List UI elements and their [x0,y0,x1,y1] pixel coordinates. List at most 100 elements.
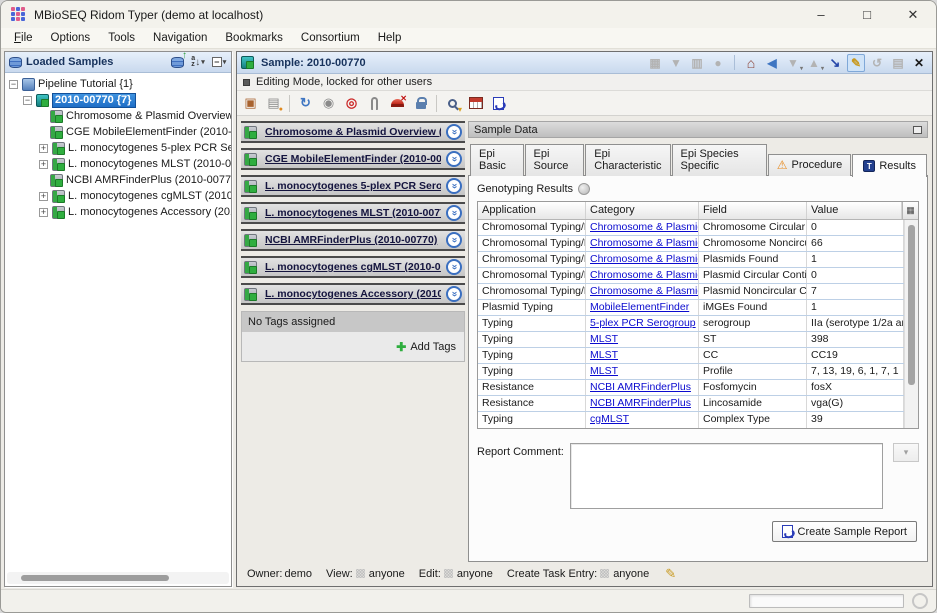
analysis-button[interactable]: Chromosome & Plasmid Overview (2...» [241,121,465,143]
tree-node-analysis[interactable]: +L. monocytogenes MLST (2010-00770) [9,156,231,172]
expand-toggle-icon[interactable]: + [39,192,48,201]
expand-chevron-icon[interactable]: » [446,286,462,302]
tab-epi-basic[interactable]: Epi Basic [470,144,524,176]
tree-node-analysis[interactable]: CGE MobileElementFinder (2010-00770) [9,124,231,140]
analysis-button[interactable]: NCBI AMRFinderPlus (2010-00770)» [241,229,465,251]
tree-node-pipeline-tutorial[interactable]: −Pipeline Tutorial {1} [9,76,231,92]
sort-samples-icon[interactable]: az↓▾ [190,54,206,71]
view-table-icon[interactable]: ▦ [646,54,664,72]
expand-chevron-icon[interactable]: » [446,151,462,167]
create-sample-report-button[interactable]: Create Sample Report [772,521,917,542]
webcam-icon[interactable]: ◉ [319,94,338,113]
table-row[interactable]: TypingMLSTCCCC19 [478,348,904,364]
edit-mode-icon[interactable]: ✎ [847,54,865,72]
tab-epi-source[interactable]: Epi Source [525,144,585,176]
table-row[interactable]: Typing5-plex PCR SerogroupserogroupIIa (… [478,316,904,332]
table-row[interactable]: TypingMLSTST398 [478,332,904,348]
expand-chevron-icon[interactable]: » [446,124,462,140]
collapse-toggle-icon[interactable]: − [23,96,32,105]
expand-chevron-icon[interactable]: » [446,205,462,221]
pin-down-icon[interactable]: ▼ [667,54,685,72]
analysis-button[interactable]: L. monocytogenes MLST (2010-00770)» [241,202,465,224]
column-header-application[interactable]: Application [478,202,586,219]
tree-node-analysis[interactable]: +L. monocytogenes cgMLST (2010-00770) [9,188,231,204]
category-link[interactable]: cgMLST [590,413,629,425]
tree-node-analysis[interactable]: +L. monocytogenes 5-plex PCR Serogroup (… [9,140,231,156]
tab-epi-characteristic[interactable]: Epi Characteristic [585,144,670,176]
report-comment-input[interactable] [570,443,883,509]
attachment-icon[interactable] [365,94,384,113]
tree-node-analysis[interactable]: NCBI AMRFinderPlus (2010-00770) [9,172,231,188]
close-sample-icon[interactable]: ✕ [910,54,928,72]
binder-icon[interactable]: ▥ [688,54,706,72]
expand-toggle-icon[interactable]: + [39,160,48,169]
collapse-tree-icon[interactable]: −▾ [211,54,227,71]
expand-chevron-icon[interactable]: » [446,232,462,248]
search-icon[interactable]: ▾ [443,94,462,113]
report-pdf-icon[interactable] [489,94,508,113]
next-down-icon[interactable]: ▼▾ [784,54,802,72]
snapshot-export-icon[interactable]: ▣ [241,94,260,113]
table-row[interactable]: ResistanceNCBI AMRFinderPlusLincosamidev… [478,396,904,412]
menu-item-options[interactable]: Options [42,29,100,47]
genotyping-globe-icon[interactable] [578,183,590,195]
reanalyze-icon[interactable]: ↻ [296,94,315,113]
menu-item-file[interactable]: File [5,29,42,47]
expand-chevron-icon[interactable]: » [446,259,462,275]
analysis-button[interactable]: L. monocytogenes Accessory (2010...» [241,283,465,305]
analysis-button[interactable]: CGE MobileElementFinder (2010-00...» [241,148,465,170]
analysis-button[interactable]: L. monocytogenes 5-plex PCR Sero...» [241,175,465,197]
table-row[interactable]: ResistanceNCBI AMRFinderPlusFosfomycinfo… [478,380,904,396]
import-samples-icon[interactable]: ↑ [169,54,185,71]
menu-item-consortium[interactable]: Consortium [292,29,369,47]
table-row[interactable]: Chromosomal Typing/Pl...Chromosome & Pla… [478,284,904,300]
tab-procedure[interactable]: ⚠Procedure [768,154,852,176]
tree-hscroll-thumb[interactable] [21,575,169,581]
table-row[interactable]: TypingcgMLSTComplex Type39 [478,412,904,428]
category-link[interactable]: MLST [590,365,618,377]
save-icon[interactable]: ▤ [889,54,907,72]
tree-horizontal-scrollbar[interactable] [7,572,229,584]
tree-node-analysis[interactable]: +L. monocytogenes Accessory (2010-00770) [9,204,231,220]
report-comment-dropdown[interactable]: ▾ [893,443,919,462]
tree-node-analysis[interactable]: Chromosome & Plasmid Overview (2010-0077… [9,108,231,124]
sphere-icon[interactable]: ● [709,54,727,72]
category-link[interactable]: Chromosome & Plasmid [590,237,699,249]
minimize-button[interactable]: – [798,1,844,28]
category-link[interactable]: MobileElementFinder [590,301,689,313]
target-icon[interactable]: ◎ [342,94,361,113]
close-button[interactable]: ✕ [890,1,936,28]
tab-epi-species-specific[interactable]: Epi Species Specific [672,144,767,176]
expand-toggle-icon[interactable]: + [39,144,48,153]
category-link[interactable]: Chromosome & Plasmid [590,253,699,265]
column-chooser-icon[interactable]: ▦ [902,202,918,219]
goto-icon[interactable]: ↘ [826,54,844,72]
add-tags-button[interactable]: ✚ Add Tags [396,340,456,354]
expand-toggle-icon[interactable]: + [39,208,48,217]
menu-item-navigation[interactable]: Navigation [144,29,216,47]
category-link[interactable]: Chromosome & Plasmid [590,285,699,297]
analysis-button[interactable]: L. monocytogenes cgMLST (2010-00...» [241,256,465,278]
back-icon[interactable]: ◀ [763,54,781,72]
category-link[interactable]: NCBI AMRFinderPlus [590,381,691,393]
table-row[interactable]: Chromosomal Typing/Pl...Chromosome & Pla… [478,268,904,284]
tab-results[interactable]: TResults [852,154,927,177]
category-link[interactable]: MLST [590,349,618,361]
table-row[interactable]: Chromosomal Typing/Pl...Chromosome & Pla… [478,220,904,236]
category-link[interactable]: NCBI AMRFinderPlus [590,397,691,409]
table-row[interactable]: TypingMLSTProfile7, 13, 19, 6, 1, 7, 1 [478,364,904,380]
menu-item-bookmarks[interactable]: Bookmarks [216,29,292,47]
edit-note-icon[interactable]: ✎ [665,566,676,582]
table-vertical-scrollbar[interactable] [904,220,918,428]
menu-item-tools[interactable]: Tools [99,29,144,47]
metadata-grid-icon[interactable] [466,94,485,113]
expand-chevron-icon[interactable]: » [446,178,462,194]
table-row[interactable]: Chromosomal Typing/Pl...Chromosome & Pla… [478,252,904,268]
category-link[interactable]: Chromosome & Plasmid [590,269,699,281]
home-icon[interactable]: ⌂ [742,54,760,72]
sync-icon[interactable]: ↺ [868,54,886,72]
column-header-category[interactable]: Category [586,202,699,219]
menu-item-help[interactable]: Help [369,29,411,47]
category-link[interactable]: MLST [590,333,618,345]
maximize-button[interactable]: □ [844,1,890,28]
